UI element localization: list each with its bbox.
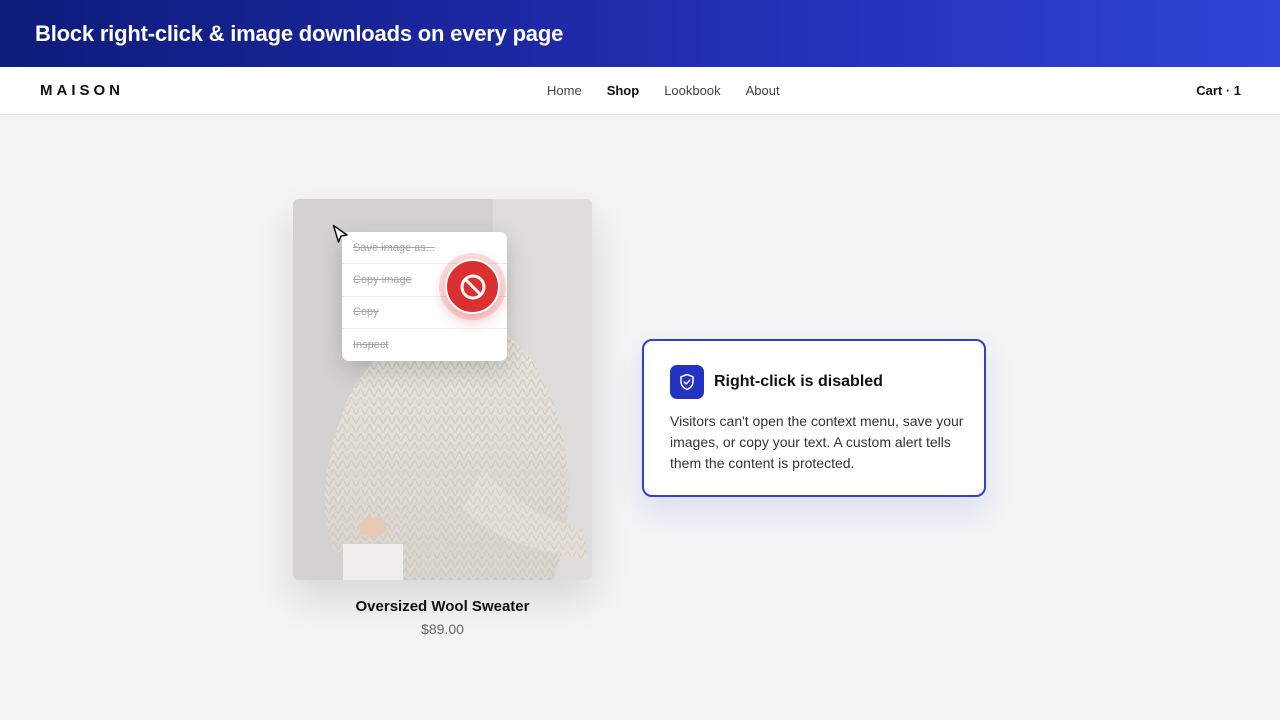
cursor-arrow-icon	[332, 224, 348, 243]
info-card: Right-click is disabled Visitors can't o…	[642, 339, 986, 497]
cart-link[interactable]: Cart · 1	[1196, 83, 1241, 98]
nav-links: Home Shop Lookbook About	[547, 83, 805, 98]
site-navbar: MAISON Home Shop Lookbook About Cart · 1	[0, 67, 1280, 115]
block-icon	[460, 274, 485, 299]
product-price: $89.00	[421, 621, 464, 637]
nav-link-about[interactable]: About	[746, 83, 780, 98]
shield-check-icon	[680, 373, 694, 391]
top-banner: Block right-click & image downloads on e…	[0, 0, 1280, 67]
menu-item-save-image: Save image as...	[342, 232, 507, 265]
shield-badge	[670, 365, 704, 399]
info-card-title: Right-click is disabled	[714, 373, 883, 390]
product-name[interactable]: Oversized Wool Sweater	[293, 598, 592, 615]
banner-title: Block right-click & image downloads on e…	[35, 20, 564, 46]
info-card-body: Visitors can't open the context menu, sa…	[670, 413, 964, 471]
menu-item-inspect: Inspect	[353, 338, 389, 351]
site-logo[interactable]: MAISON	[40, 82, 124, 99]
block-badge	[445, 259, 500, 314]
nav-link-shop[interactable]: Shop	[607, 83, 640, 98]
nav-link-home[interactable]: Home	[547, 83, 582, 98]
nav-link-lookbook[interactable]: Lookbook	[664, 83, 720, 98]
